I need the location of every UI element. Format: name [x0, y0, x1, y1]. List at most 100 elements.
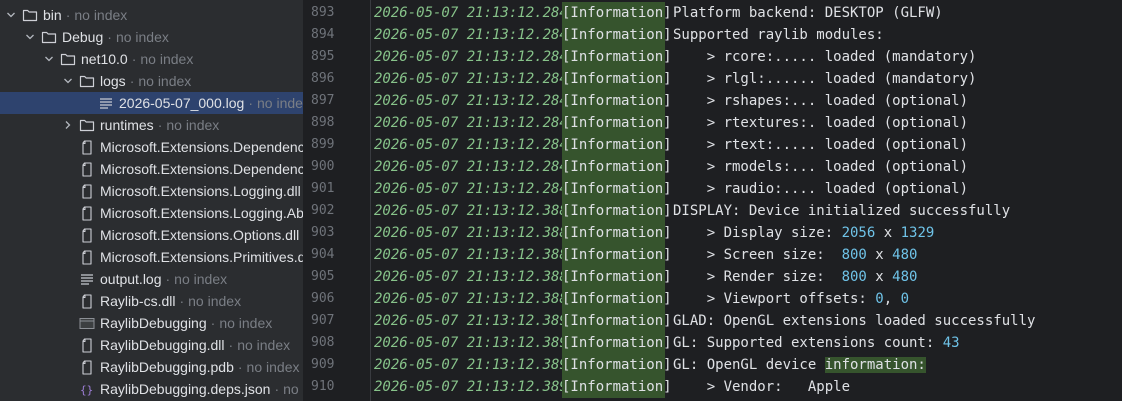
tree-item[interactable]: RaylibDebugging.dll · no index — [0, 334, 303, 356]
number-token: 480 — [892, 247, 918, 263]
number-token: 43 — [942, 335, 960, 351]
tree-item[interactable]: RaylibDebugging.pdb · no index — [0, 356, 303, 378]
tree-item-label: 2026-05-07_000.log — [119, 95, 245, 111]
log-line[interactable]: 2026-05-07 21:13:12.284 [Information] > r… — [371, 134, 968, 156]
log-line[interactable]: 2026-05-07 21:13:12.388 [Information] > R… — [371, 266, 917, 288]
log-level: [Information] — [562, 288, 672, 310]
no-index-label: no index — [138, 73, 192, 89]
tree-item-label: Microsoft.Extensions.Dependenc — [100, 161, 303, 177]
log-message: > Render size: 800 x 480 — [665, 266, 918, 288]
log-level: [Information] — [562, 310, 672, 332]
log-timestamp: 2026-05-07 21:13:12.389 — [374, 379, 568, 395]
log-line[interactable]: 2026-05-07 21:13:12.389 [Information] > V… — [371, 376, 850, 398]
log-message: > Screen size: 800 x 480 — [665, 244, 918, 266]
log-line[interactable]: 2026-05-07 21:13:12.284 [Information] > r… — [371, 46, 976, 68]
log-level: [Information] — [562, 68, 672, 90]
text-token: > rtext:..... loaded (optional) — [673, 137, 969, 153]
log-line[interactable]: 2026-05-07 21:13:12.389 [Information] GL: … — [371, 332, 960, 354]
tree-item-label: net10.0 — [81, 51, 128, 67]
no-index-label: no index — [166, 117, 220, 133]
file-icon — [79, 356, 95, 378]
log-line[interactable]: 2026-05-07 21:13:12.388 [Information] DISP… — [371, 200, 1010, 222]
log-content[interactable]: 2026-05-07 21:13:12.284 [Information] Plat… — [371, 0, 1122, 401]
log-editor[interactable]: 893 894 895 896 897 898 899 900 901 902 903 904 905 9… — [306, 0, 1122, 401]
text-token: GL: Supported extensions count: — [673, 335, 943, 351]
log-timestamp: 2026-05-07 21:13:12.388 — [374, 247, 568, 263]
log-level: [Information] — [562, 244, 672, 266]
file-icon — [79, 246, 95, 268]
tree-item[interactable]: runtimes · no index — [0, 114, 303, 136]
text-token: > Vendor: Apple — [673, 379, 851, 395]
log-line[interactable]: 2026-05-07 21:13:12.388 [Information] > D… — [371, 222, 934, 244]
log-line[interactable]: 2026-05-07 21:13:12.388 [Information] > S… — [371, 244, 917, 266]
chevron-down-icon[interactable] — [4, 4, 18, 26]
tree-item[interactable]: net10.0 · no index — [0, 48, 303, 70]
text-token: GL: OpenGL device — [673, 357, 825, 373]
tree-item[interactable]: Microsoft.Extensions.Dependenc — [0, 158, 303, 180]
line-number: 903 — [311, 225, 335, 240]
log-line[interactable]: 2026-05-07 21:13:12.284 [Information] > r… — [371, 156, 968, 178]
tree-item-label: Microsoft.Extensions.Options.dll — [100, 227, 300, 243]
text-token: > rtextures:. loaded (optional) — [673, 115, 969, 131]
tree-item-label: Microsoft.Extensions.Logging.Ab — [100, 205, 303, 221]
tree-item[interactable]: output.log · no index — [0, 268, 303, 290]
log-level: [Information] — [562, 156, 672, 178]
svg-text:{}: {} — [80, 384, 93, 397]
log-line[interactable]: 2026-05-07 21:13:12.284 [Information] > r… — [371, 112, 968, 134]
log-level: [Information] — [562, 266, 672, 288]
log-timestamp: 2026-05-07 21:13:12.388 — [374, 225, 568, 241]
tree-item[interactable]: bin · no index — [0, 4, 303, 26]
tree-item[interactable]: Debug · no index — [0, 26, 303, 48]
log-message: GLAD: OpenGL extensions loaded successfu… — [665, 310, 1035, 332]
chevron-down-icon[interactable] — [42, 48, 56, 70]
tree-item[interactable]: Microsoft.Extensions.Options.dll — [0, 224, 303, 246]
chevron-down-icon[interactable] — [23, 26, 37, 48]
line-number: 909 — [311, 357, 335, 372]
log-message: > Vendor: Apple — [665, 376, 850, 398]
tree-item[interactable]: {} RaylibDebugging.deps.json·no i — [0, 378, 303, 400]
log-level: [Information] — [562, 24, 672, 46]
log-line[interactable]: 2026-05-07 21:13:12.284 [Information] Supp… — [371, 24, 884, 46]
log-message: > rlgl:...... loaded (mandatory) — [665, 68, 977, 90]
tree-item[interactable]: logs · no index — [0, 70, 303, 92]
log-level: [Information] — [562, 332, 672, 354]
tree-item[interactable]: 2026-05-07_000.log · no inde — [0, 92, 303, 114]
log-message: > rtextures:. loaded (optional) — [665, 112, 968, 134]
log-timestamp: 2026-05-07 21:13:12.389 — [374, 313, 568, 329]
line-number: 908 — [311, 335, 335, 350]
number-token: 480 — [892, 269, 918, 285]
tree-item-label: Microsoft.Extensions.Logging.dll — [100, 183, 301, 199]
folder-icon — [60, 48, 76, 70]
log-line[interactable]: 2026-05-07 21:13:12.284 [Information] > r… — [371, 90, 968, 112]
chevron-down-icon[interactable] — [61, 70, 75, 92]
log-level: [Information] — [562, 354, 672, 376]
log-line[interactable]: 2026-05-07 21:13:12.388 [Information] > V… — [371, 288, 909, 310]
line-number: 899 — [311, 137, 335, 152]
line-number: 910 — [311, 379, 335, 394]
log-line[interactable]: 2026-05-07 21:13:12.284 [Information] > r… — [371, 68, 976, 90]
tree-item[interactable]: Microsoft.Extensions.Primitives.d — [0, 246, 303, 268]
tree-item[interactable]: Microsoft.Extensions.Logging.Ab — [0, 202, 303, 224]
number-token: 0 — [900, 291, 910, 307]
project-tree[interactable]: bin · no index Debug · no index net10.0 · no ind… — [0, 0, 303, 401]
chevron-right-icon[interactable] — [61, 114, 75, 136]
separator-dot: · — [237, 359, 243, 375]
log-line[interactable]: 2026-05-07 21:13:12.389 [Information] GLAD… — [371, 310, 1035, 332]
tree-item-label: Microsoft.Extensions.Dependenc — [100, 139, 303, 155]
log-message: Platform backend: DESKTOP (GLFW) — [665, 2, 943, 24]
text-token: > rshapes:... loaded (optional) — [673, 93, 969, 109]
log-timestamp: 2026-05-07 21:13:12.284 — [374, 5, 568, 21]
log-line[interactable]: 2026-05-07 21:13:12.284 [Information] > r… — [371, 178, 968, 200]
tree-item[interactable]: Microsoft.Extensions.Logging.dll — [0, 180, 303, 202]
tree-item[interactable]: Microsoft.Extensions.Dependenc — [0, 136, 303, 158]
log-line[interactable]: 2026-05-07 21:13:12.284 [Information] Plat… — [371, 2, 943, 24]
log-line[interactable]: 2026-05-07 21:13:12.389 [Information] GL: … — [371, 354, 926, 376]
tree-item[interactable]: Raylib-cs.dll · no index — [0, 290, 303, 312]
log-file-icon — [98, 92, 114, 114]
line-number: 897 — [311, 93, 335, 108]
number-token: 1329 — [900, 225, 935, 241]
tree-item[interactable]: RaylibDebugging · no index — [0, 312, 303, 334]
file-icon — [79, 224, 95, 246]
line-number: 894 — [311, 27, 335, 42]
log-timestamp: 2026-05-07 21:13:12.388 — [374, 203, 568, 219]
